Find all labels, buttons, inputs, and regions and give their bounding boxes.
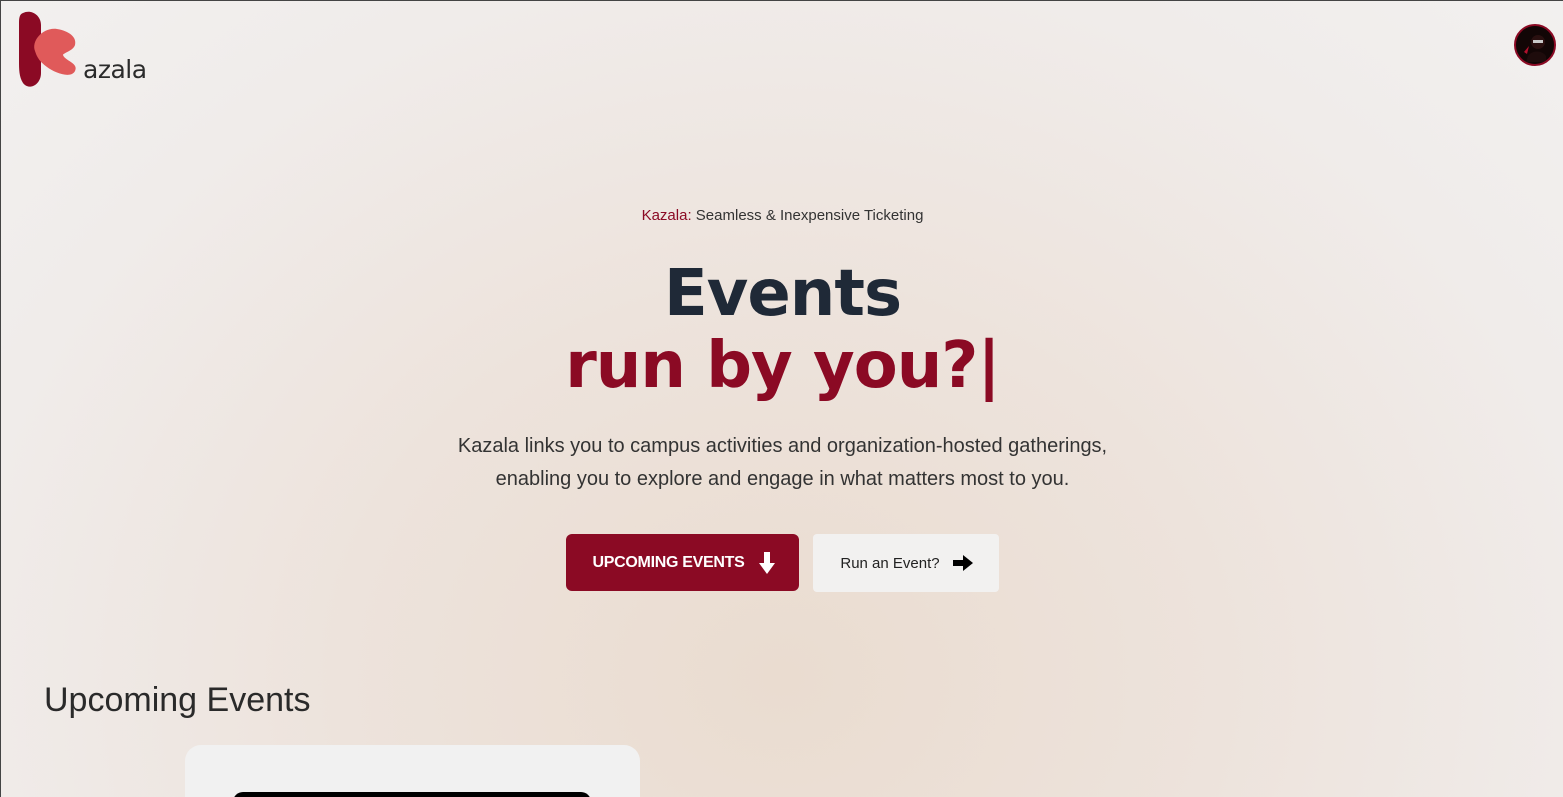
run-event-button[interactable]: Run an Event? (813, 534, 999, 592)
hero-section: Kazala: Seamless & Inexpensive Ticketing… (1, 201, 1563, 592)
user-avatar[interactable] (1514, 24, 1556, 66)
event-card-image (233, 792, 591, 797)
tagline-text: Seamless & Inexpensive Ticketing (695, 207, 924, 224)
upcoming-events-button[interactable]: UPCOMING EVENTS (566, 534, 799, 591)
site-header: azala (1, 1, 1563, 101)
arrow-down-icon (759, 551, 776, 574)
tagline-brand: Kazala: (641, 207, 692, 224)
arrow-right-icon (952, 555, 973, 571)
description-line-1: Kazala links you to campus activities an… (457, 435, 1108, 457)
logo-text: azala (83, 55, 147, 84)
hero-description: Kazala links you to campus activities an… (1, 430, 1563, 496)
event-card[interactable] (185, 745, 640, 797)
headline-primary: Events (663, 257, 902, 331)
headline-typed-text: run by you?| (565, 329, 1001, 403)
upcoming-events-heading: Upcoming Events (44, 681, 311, 719)
logo-link[interactable]: azala (17, 11, 147, 89)
description-line-2: enabling you to explore and engage in wh… (495, 468, 1070, 490)
kazala-logo-icon (19, 11, 76, 87)
avatar-icon (1516, 26, 1554, 64)
hero-buttons: UPCOMING EVENTS Run an Event? (1, 534, 1563, 592)
tagline: Kazala: Seamless & Inexpensive Ticketing (1, 207, 1563, 224)
run-event-label: Run an Event? (840, 554, 940, 572)
upcoming-events-label: UPCOMING EVENTS (592, 553, 745, 571)
